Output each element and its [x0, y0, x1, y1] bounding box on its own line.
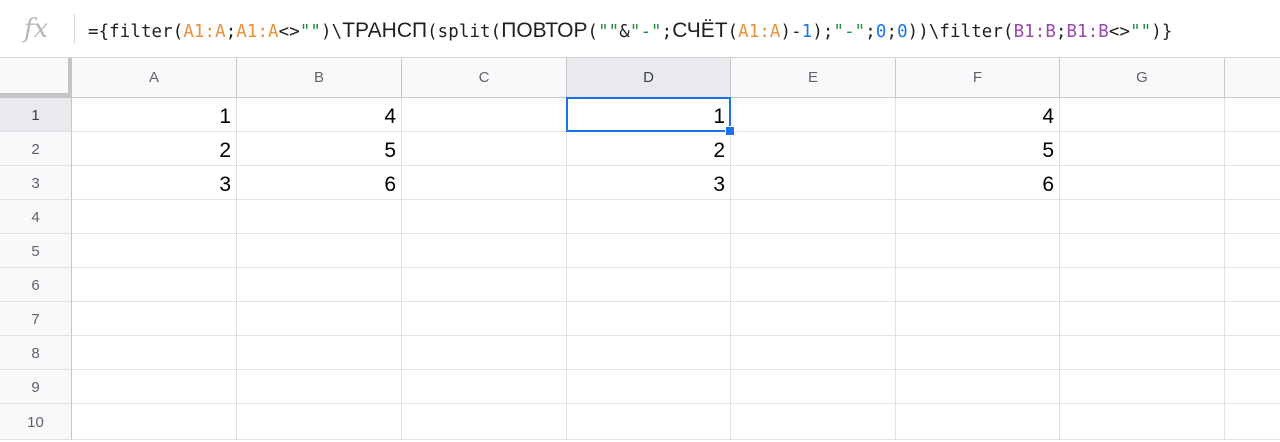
formula-token: A1:A	[236, 22, 279, 42]
cell-d2[interactable]: 2	[567, 132, 731, 166]
cell-a3[interactable]: 3	[72, 166, 237, 200]
formula-token: )\	[321, 22, 343, 42]
formula-token: 0	[897, 22, 908, 42]
column-header-f[interactable]: F	[896, 58, 1060, 97]
formula-token: "-"	[833, 22, 866, 42]
row-header-9[interactable]: 9	[0, 370, 72, 404]
formula-token: ПОВТОР	[501, 19, 588, 42]
column-header-bar: ABCDEFG	[0, 58, 1280, 98]
row-header-1[interactable]: 1	[0, 98, 72, 132]
row-header-3[interactable]: 3	[0, 166, 72, 200]
column-header-e[interactable]: E	[731, 58, 896, 97]
grid-line	[72, 233, 1280, 234]
column-header-next[interactable]	[1225, 58, 1280, 97]
grid-line	[72, 335, 1280, 336]
grid-line	[72, 403, 1280, 404]
cell-a2[interactable]: 2	[72, 132, 237, 166]
formula-token: <>	[278, 22, 300, 42]
formula-token: ТРАНСП	[342, 19, 428, 42]
row-header-4[interactable]: 4	[0, 200, 72, 234]
formula-token: 0	[875, 22, 887, 42]
row-header-10[interactable]: 10	[0, 404, 72, 440]
formula-token: ""	[598, 22, 620, 42]
cell-grid[interactable]: 123456123456	[72, 97, 1280, 440]
cell-f3[interactable]: 6	[896, 166, 1060, 200]
formula-token: A1:A	[183, 22, 226, 42]
row-header-5[interactable]: 5	[0, 234, 72, 268]
formula-token: СЧЁТ	[672, 19, 728, 42]
cell-b3[interactable]: 6	[237, 166, 402, 200]
column-header-b[interactable]: B	[237, 58, 402, 97]
formula-token: ""	[299, 22, 322, 42]
column-header-g[interactable]: G	[1060, 58, 1225, 97]
formula-token: 1	[801, 22, 813, 42]
fx-icon: fx	[23, 14, 49, 44]
grid-line	[1224, 98, 1225, 440]
formula-token: ;	[865, 22, 876, 42]
cell-d3[interactable]: 3	[567, 166, 731, 200]
formula-token: );	[812, 22, 834, 42]
row-header-2[interactable]: 2	[0, 132, 72, 166]
formula-input[interactable]: ={filter(A1:A;A1:A<>"")\ТРАНСП(split(ПОВ…	[88, 0, 1172, 58]
column-header-a[interactable]: A	[72, 58, 237, 97]
formula-bar-divider	[74, 14, 75, 44]
formula-token: A1:A	[738, 22, 781, 42]
grid-line	[72, 369, 1280, 370]
formula-token: ;	[1055, 22, 1067, 42]
grid-line	[72, 301, 1280, 302]
select-all-corner[interactable]	[0, 58, 72, 97]
formula-bar: fx ={filter(A1:A;A1:A<>"")\ТРАНСП(split(…	[0, 0, 1280, 58]
cell-f2[interactable]: 5	[896, 132, 1060, 166]
formula-token: ;	[661, 22, 673, 42]
row-header-6[interactable]: 6	[0, 268, 72, 302]
formula-token: (split(	[427, 22, 502, 42]
grid-line	[72, 267, 1280, 268]
formula-token: ;	[886, 22, 898, 42]
formula-token: B1:B	[1013, 22, 1056, 42]
formula-token: ""	[1130, 22, 1152, 42]
formula-token: (	[727, 22, 739, 42]
row-header-7[interactable]: 7	[0, 302, 72, 336]
formula-token: ))\filter(	[907, 22, 1014, 42]
cell-f1[interactable]: 4	[896, 98, 1060, 132]
fill-handle[interactable]	[725, 126, 735, 136]
column-header-c[interactable]: C	[402, 58, 567, 97]
cell-b1[interactable]: 4	[237, 98, 402, 132]
formula-token: )-	[780, 22, 802, 42]
row-header-8[interactable]: 8	[0, 336, 72, 370]
formula-token: (	[587, 22, 599, 42]
cell-a1[interactable]: 1	[72, 98, 237, 132]
formula-token: ;	[225, 22, 237, 42]
formula-token: ={filter(	[88, 22, 184, 42]
column-header-d[interactable]: D	[567, 58, 731, 97]
formula-token: <>	[1108, 22, 1131, 42]
formula-token: "-"	[629, 22, 662, 42]
formula-token: )}	[1151, 22, 1173, 42]
formula-token: &	[619, 22, 630, 42]
formula-token: B1:B	[1066, 22, 1109, 42]
active-cell-selection	[566, 97, 731, 132]
cell-b2[interactable]: 5	[237, 132, 402, 166]
